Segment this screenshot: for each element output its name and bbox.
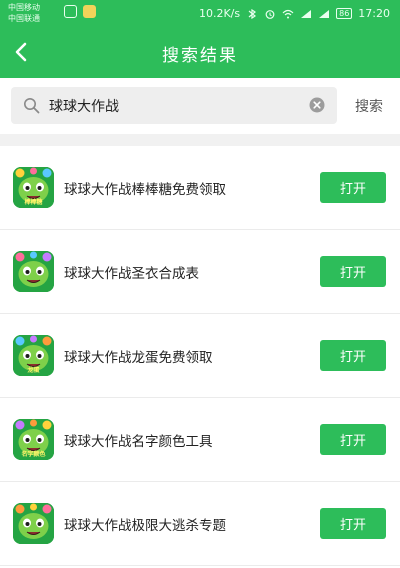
status-bar: 中国移动 中国联通 10.2K/s 86 17:20 <box>0 0 400 28</box>
clear-icon[interactable] <box>309 97 325 113</box>
status-right: 10.2K/s 86 17:20 <box>199 7 390 20</box>
network-speed: 10.2K/s <box>198 7 241 20</box>
results-list: 棒棒糖 球球大作战棒棒糖免费领取 打开 球球大作战圣衣合成表 打开 龙蛋 球球大作战龙蛋免费… <box>0 146 400 566</box>
result-title[interactable]: 球球大作战棒棒糖免费领取 <box>64 178 226 198</box>
carrier-2-label: 中国联通 <box>8 14 40 23</box>
signal-icon-2 <box>319 9 330 18</box>
wifi-icon <box>282 9 294 18</box>
result-title[interactable]: 球球大作战圣衣合成表 <box>64 262 199 282</box>
search-input[interactable] <box>49 87 299 124</box>
alarm-icon <box>265 9 275 19</box>
result-item[interactable]: 球球大作战圣衣合成表 打开 <box>0 230 400 314</box>
search-row: 搜索 <box>0 78 400 134</box>
game-app-icon[interactable]: 名字颜色 <box>13 419 54 460</box>
carrier-1-label: 中国移动 <box>8 3 40 12</box>
monster-icon <box>13 251 54 292</box>
notification-icons <box>64 5 96 18</box>
clock: 17:20 <box>358 7 390 20</box>
search-button[interactable]: 搜索 <box>346 95 392 117</box>
open-button[interactable]: 打开 <box>320 172 386 203</box>
open-button[interactable]: 打开 <box>320 256 386 287</box>
result-title[interactable]: 球球大作战龙蛋免费领取 <box>64 346 213 366</box>
title-bar: 搜索结果 <box>0 28 400 78</box>
icon-caption: 棒棒糖 <box>24 199 43 206</box>
result-title[interactable]: 球球大作战极限大逃杀专题 <box>64 514 226 534</box>
game-app-icon[interactable] <box>13 503 54 544</box>
bluetooth-icon <box>248 8 257 19</box>
open-button[interactable]: 打开 <box>320 340 386 371</box>
open-button[interactable]: 打开 <box>320 424 386 455</box>
carrier-info: 中国移动 中国联通 <box>8 2 40 24</box>
monster-icon <box>13 503 54 544</box>
result-item[interactable]: 棒棒糖 球球大作战棒棒糖免费领取 打开 <box>0 146 400 230</box>
search-icon <box>24 98 40 114</box>
open-button[interactable]: 打开 <box>320 508 386 539</box>
icon-caption: 名字颜色 <box>21 451 46 458</box>
result-item[interactable]: 名字颜色 球球大作战名字颜色工具 打开 <box>0 398 400 482</box>
sim-app-icon <box>83 5 96 18</box>
battery-icon: 86 <box>336 8 353 19</box>
signal-icon <box>301 9 312 18</box>
result-item[interactable]: 球球大作战极限大逃杀专题 打开 <box>0 482 400 566</box>
search-box[interactable] <box>11 87 337 124</box>
chat-app-icon <box>64 5 77 18</box>
section-divider <box>0 134 400 146</box>
game-app-icon[interactable]: 棒棒糖 <box>13 167 54 208</box>
icon-caption: 龙蛋 <box>27 367 40 374</box>
result-item[interactable]: 龙蛋 球球大作战龙蛋免费领取 打开 <box>0 314 400 398</box>
game-app-icon[interactable]: 龙蛋 <box>13 335 54 376</box>
page-title: 搜索结果 <box>162 46 238 66</box>
result-title[interactable]: 球球大作战名字颜色工具 <box>64 430 213 450</box>
game-app-icon[interactable] <box>13 251 54 292</box>
